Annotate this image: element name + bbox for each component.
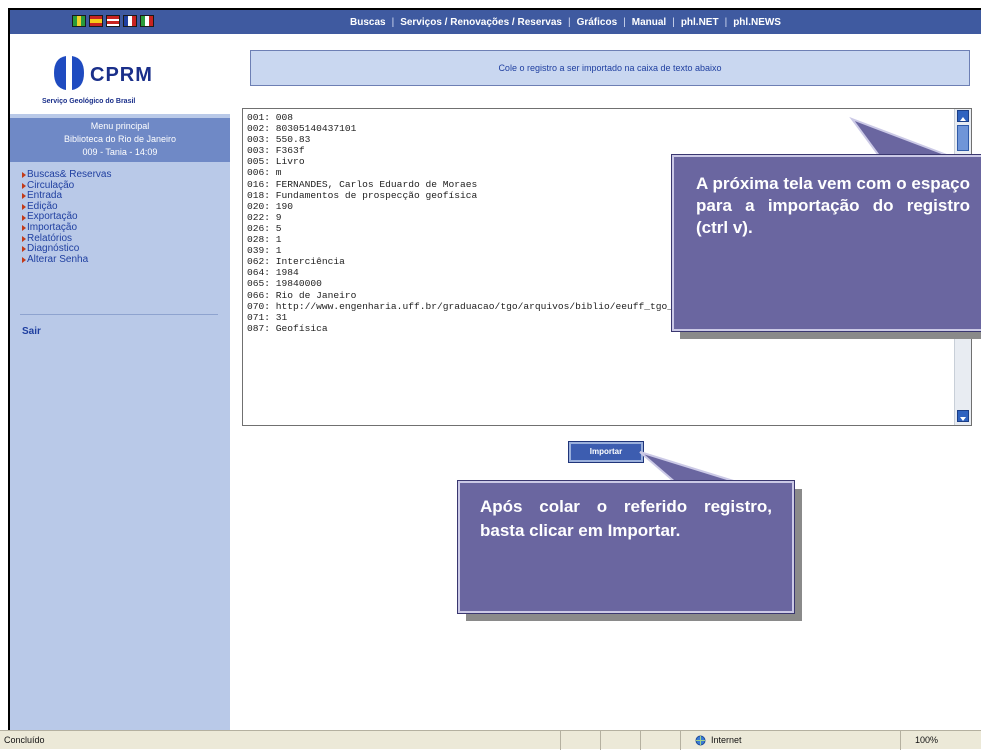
bullet-arrow-icon — [22, 214, 26, 221]
spain-flag-icon[interactable] — [89, 15, 103, 27]
menu-item-label: Alterar Senha — [27, 253, 89, 265]
scroll-up-button[interactable] — [957, 110, 969, 122]
record-line: 003: 550.83 — [247, 134, 311, 146]
nav-separator: | — [672, 16, 675, 28]
record-line: 003: F363f — [247, 145, 305, 157]
logo-wordmark: CPRM — [90, 64, 153, 86]
logo-area: CPRM Serviço Geológico do Brasil — [10, 34, 230, 114]
logo-subtitle: Serviço Geológico do Brasil — [42, 98, 136, 105]
menu-item-buscas-reservas[interactable]: Buscas& Reservas — [22, 169, 112, 181]
scroll-down-button[interactable] — [957, 410, 969, 422]
callout-next-screen-text: A próxima tela vem com o espaço para a i… — [696, 174, 970, 237]
record-line: 065: 19840000 — [247, 278, 322, 290]
nav-manual[interactable]: Manual — [632, 17, 666, 28]
arrow-down-icon — [960, 417, 966, 421]
main-nav: Buscas | Serviços / Renovações / Reserva… — [350, 10, 781, 34]
screenshot: Buscas | Serviços / Renovações / Reserva… — [0, 0, 981, 750]
bullet-arrow-icon — [22, 182, 26, 189]
bullet-arrow-icon — [22, 257, 26, 264]
zone-cell: Internet — [680, 731, 830, 750]
record-line: 018: Fundamentos de prospecção geofísica — [247, 189, 478, 201]
nav-graficos[interactable]: Gráficos — [577, 17, 618, 28]
zoom-level: 100% — [915, 735, 939, 745]
nav-servicos[interactable]: Serviços / Renovações / Reservas — [400, 17, 562, 28]
record-line: 039: 1 — [247, 245, 282, 257]
nav-separator: | — [567, 16, 571, 28]
menu-item-label: Buscas& Reservas — [27, 169, 112, 180]
brazil-flag-icon[interactable] — [72, 15, 86, 27]
zoom-cell[interactable]: 100% — [900, 731, 981, 750]
bullet-arrow-icon — [22, 204, 26, 211]
record-line: 016: FERNANDES, Carlos Eduardo de Moraes — [247, 178, 478, 190]
nav-phl-news[interactable]: phl.NEWS — [733, 17, 781, 28]
session-info: 009 - Tania - 14:09 — [82, 147, 158, 157]
language-flags — [72, 15, 154, 27]
status-cell — [600, 731, 640, 750]
nav-separator: | — [391, 16, 395, 28]
record-line: 070: http://www.engenharia.uff.br/gradua… — [247, 300, 731, 312]
cprm-logo-icon — [54, 56, 84, 90]
status-text: Concluído — [4, 735, 45, 745]
bullet-arrow-icon — [22, 225, 26, 232]
status-bar: Concluído Internet 100% — [0, 730, 981, 750]
callout-after-paste-text: Após colar o referido registro, basta cl… — [480, 497, 772, 540]
record-line: 002: 80305140437101 — [247, 123, 357, 135]
record-line: 071: 31 — [247, 311, 288, 323]
nav-phl-net[interactable]: phl.NET — [681, 17, 719, 28]
record-line: 020: 190 — [247, 200, 294, 212]
france-flag-icon[interactable] — [123, 15, 137, 27]
italy-flag-icon[interactable] — [140, 15, 154, 27]
menu-item-alterar-senha[interactable]: Alterar Senha — [22, 253, 111, 266]
menu-header: Menu principal Biblioteca do Rio de Jane… — [10, 118, 230, 162]
status-cell — [640, 731, 680, 750]
status-cell — [560, 731, 600, 750]
menu-item-importacao[interactable]: Importação — [22, 221, 111, 234]
import-button[interactable]: Importar — [568, 441, 644, 463]
bullet-arrow-icon — [22, 246, 26, 253]
usa-flag-icon[interactable] — [106, 15, 120, 27]
library-name: Biblioteca do Rio de Janeiro — [63, 134, 177, 144]
menu-divider — [20, 314, 218, 315]
callout-next-screen: A próxima tela vem com o espaço para a i… — [671, 154, 981, 332]
browser-window: Buscas | Serviços / Renovações / Reserva… — [8, 8, 981, 730]
bullet-arrow-icon — [22, 172, 26, 179]
record-line: 022: 9 — [247, 211, 282, 223]
zone-label: Internet — [711, 735, 742, 745]
logout-link[interactable]: Sair — [22, 326, 41, 337]
main-menu: Buscas& Reservas Circulação Entrada Ediç… — [22, 169, 112, 266]
sidebar: CPRM Serviço Geológico do Brasil Menu pr… — [10, 34, 230, 730]
nav-separator: | — [623, 16, 626, 28]
arrow-up-icon — [960, 117, 966, 121]
menu-item-label: Importação — [27, 221, 78, 233]
nav-separator: | — [724, 16, 728, 28]
globe-icon — [695, 735, 706, 746]
menu-title: Menu principal — [90, 121, 150, 131]
record-line: 064: 1984 — [247, 267, 299, 279]
callout-after-paste: Após colar o referido registro, basta cl… — [457, 480, 795, 614]
scroll-thumb[interactable] — [957, 125, 969, 151]
top-nav-bar: Buscas | Serviços / Renovações / Reserva… — [10, 10, 981, 34]
record-line: 087: Geofísica — [247, 322, 328, 334]
record-line: 005: Livro — [247, 156, 305, 168]
record-line: 026: 5 — [247, 222, 282, 234]
record-lines: 001: 008 002: 80305140437101 003: 550.83 00… — [247, 112, 731, 334]
record-line: 066: Rio de Janeiro — [247, 289, 357, 301]
nav-buscas[interactable]: Buscas — [350, 17, 386, 28]
bullet-arrow-icon — [22, 235, 26, 242]
record-line: 001: 008 — [247, 112, 294, 123]
record-line: 028: 1 — [247, 234, 282, 246]
record-line: 006: m — [247, 167, 282, 179]
instruction-banner: Cole o registro a ser importado na caixa… — [250, 50, 970, 86]
record-line: 062: Interciência — [247, 256, 345, 268]
bullet-arrow-icon — [22, 193, 26, 200]
